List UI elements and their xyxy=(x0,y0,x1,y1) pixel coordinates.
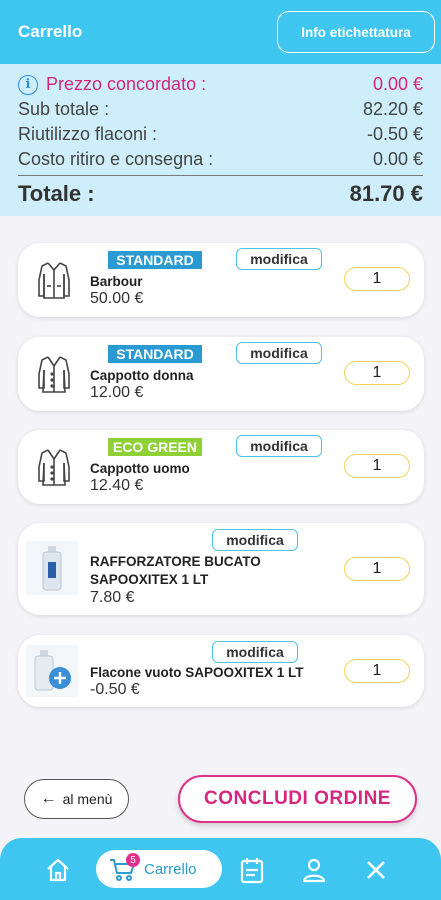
back-to-menu-button[interactable]: ← al menù xyxy=(24,779,129,819)
subtotal-value: 82.20 € xyxy=(362,99,423,119)
quantity-field[interactable]: 1 xyxy=(344,659,410,683)
bottle-reuse-row: Riutilizzo flaconi : -0.50 € xyxy=(18,122,423,147)
total-label: Totale : xyxy=(18,181,95,206)
quantity-field[interactable]: 1 xyxy=(344,454,410,478)
product-price: 12.40 € xyxy=(90,477,144,494)
page-title: Carrello xyxy=(18,22,83,41)
quantity-field[interactable]: 1 xyxy=(344,557,410,581)
conclude-order-button[interactable]: CONCLUDI ORDINE xyxy=(178,775,417,823)
bottle-icon xyxy=(26,541,78,595)
delivery-cost-value: 0.00 € xyxy=(372,149,423,169)
home-icon[interactable] xyxy=(44,856,72,884)
jacket-icon xyxy=(30,255,78,305)
total-row: Totale : 81.70 € xyxy=(18,178,423,210)
product-price: 12.00 € xyxy=(90,384,144,401)
back-to-menu-label: al menù xyxy=(62,791,113,807)
cart-item: modifica RAFFORZATORE BUCATO SAPOOXITEX … xyxy=(18,523,424,615)
empty-bottle-icon xyxy=(26,645,78,697)
calendar-icon[interactable] xyxy=(238,856,266,884)
bottle-reuse-value: -0.50 € xyxy=(366,124,423,144)
top-app-bar: Carrello Info etichettatura xyxy=(0,0,441,64)
edit-button[interactable]: modifica xyxy=(236,342,322,364)
nav-cart-label: Carrello xyxy=(144,860,197,878)
summary-divider xyxy=(18,175,423,176)
product-name: Flacone vuoto SAPOOXITEX 1 LT xyxy=(90,665,304,680)
product-name-line: RAFFORZATORE BUCATO xyxy=(90,554,261,569)
coat-icon xyxy=(30,349,78,399)
product-name: RAFFORZATORE BUCATO SAPOOXITEX 1 LT xyxy=(90,553,261,589)
arrow-left-icon: ← xyxy=(40,790,57,807)
subtotal-label: Sub totale : xyxy=(18,99,110,119)
agreed-price-label: Prezzo concordato : xyxy=(46,74,207,94)
edit-button[interactable]: modifica xyxy=(236,435,322,457)
edit-button[interactable]: modifica xyxy=(212,641,298,663)
bottom-navigation: 5 Carrello xyxy=(0,838,441,900)
quantity-field[interactable]: 1 xyxy=(344,361,410,385)
product-name: Barbour xyxy=(90,274,143,289)
cart-item: STANDARD modifica Barbour 50.00 € 1 xyxy=(18,243,424,317)
info-icon[interactable]: i xyxy=(18,74,38,95)
order-summary: i Prezzo concordato : 0.00 € Sub totale … xyxy=(0,64,441,216)
service-tag-standard: STANDARD xyxy=(108,345,202,363)
close-icon[interactable] xyxy=(362,856,390,884)
bottle-reuse-label: Riutilizzo flaconi : xyxy=(18,124,158,144)
service-tag-standard: STANDARD xyxy=(108,251,202,269)
delivery-cost-row: Costo ritiro e consegna : 0.00 € xyxy=(18,147,423,172)
user-icon[interactable] xyxy=(300,856,328,884)
total-value: 81.70 € xyxy=(349,181,423,206)
agreed-price-value: 0.00 € xyxy=(372,74,423,94)
quantity-field[interactable]: 1 xyxy=(344,267,410,291)
cart-item: modifica Flacone vuoto SAPOOXITEX 1 LT -… xyxy=(18,635,424,707)
cart-item: STANDARD modifica Cappotto donna 12.00 €… xyxy=(18,337,424,411)
product-price: 7.80 € xyxy=(90,589,135,606)
cart-item: ECO GREEN modifica Cappotto uomo 12.40 €… xyxy=(18,430,424,504)
product-name: Cappotto uomo xyxy=(90,461,190,476)
agreed-price-row: i Prezzo concordato : 0.00 € xyxy=(18,72,423,97)
edit-button[interactable]: modifica xyxy=(212,529,298,551)
product-name: Cappotto donna xyxy=(90,368,194,383)
subtotal-row: Sub totale : 82.20 € xyxy=(18,97,423,122)
nav-cart-tab[interactable]: 5 Carrello xyxy=(96,850,222,888)
service-tag-eco-green: ECO GREEN xyxy=(108,438,202,456)
delivery-cost-label: Costo ritiro e consegna : xyxy=(18,149,214,169)
edit-button[interactable]: modifica xyxy=(236,248,322,270)
product-price: -0.50 € xyxy=(90,681,140,698)
coat-icon xyxy=(30,442,78,492)
product-price: 50.00 € xyxy=(90,290,144,307)
product-name-line: SAPOOXITEX 1 LT xyxy=(90,572,209,587)
cart-count-badge: 5 xyxy=(126,853,140,867)
info-labeling-button[interactable]: Info etichettatura xyxy=(277,11,435,53)
